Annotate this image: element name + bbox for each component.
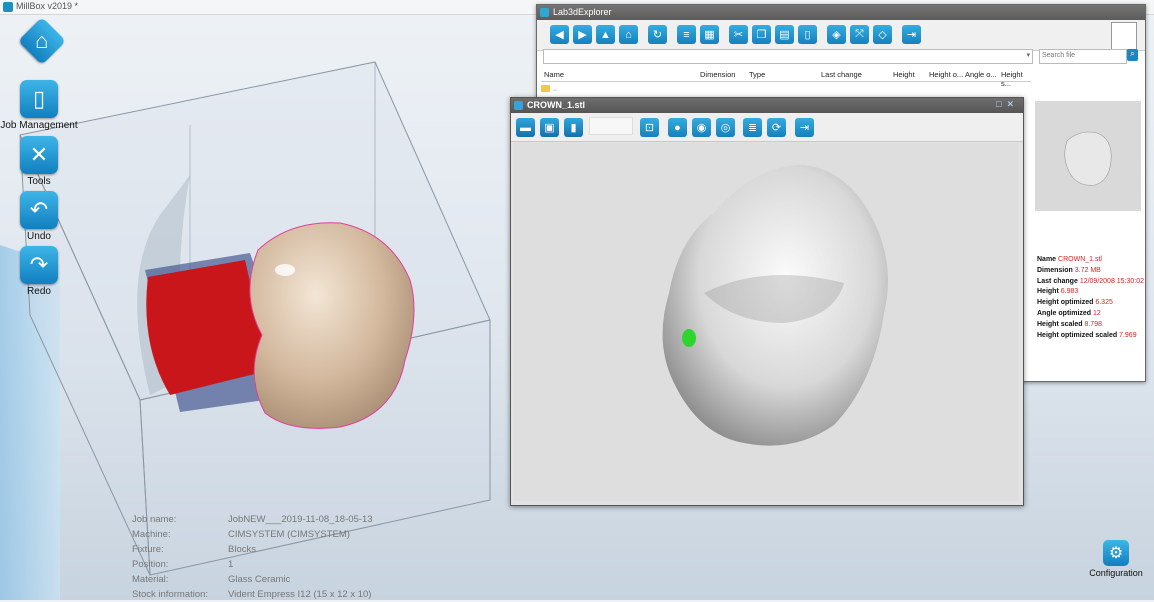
view-side-icon[interactable]: ▣ [540,118,559,137]
viewer-app-icon [514,101,523,110]
marker-remove-icon[interactable]: ◎ [716,118,735,137]
column-header[interactable]: Name [544,70,564,79]
marker-edit-icon[interactable]: ◉ [692,118,711,137]
explorer-title: Lab3dExplorer [553,7,612,17]
tools-icon[interactable]: ✕ [20,136,58,174]
rotate-icon[interactable]: ⟳ [767,118,786,137]
job-info-row: Fixture: Blocks [132,544,256,555]
crown-render [662,165,888,446]
gear-icon[interactable]: ⚙ [1103,540,1129,566]
undo-label: Undo [27,231,51,242]
crown-3d-canvas[interactable] [514,143,1018,501]
prop-last-change: Last change 12/09/2008 15:30:02 [1037,277,1145,285]
column-header[interactable]: Angle o... [965,70,997,79]
crown-viewer-window[interactable]: CROWN_1.stl □✕ ▬ ▣ ▮ ⊡ ● ◉ ◎ ≣ ⟳ ⇥ [510,97,1024,506]
column-header[interactable]: Height [893,70,915,79]
job-info-row: Position: 1 [132,559,234,570]
explorer-app-icon [540,8,549,17]
redo-label: Redo [27,286,51,297]
marker-add-icon[interactable]: ● [668,118,687,137]
column-header[interactable]: Last change [821,70,862,79]
job-management-icon[interactable]: ▯ [20,80,58,118]
paste-icon[interactable]: ▤ [775,25,794,44]
copy-icon[interactable]: ❐ [752,25,771,44]
millbox-app-icon [3,2,13,12]
home-icon[interactable]: ⌂ [619,25,638,44]
box-icon[interactable]: ◈ [827,25,846,44]
crown-thumbnail [1064,131,1112,186]
search-file-input[interactable]: Search file [1039,49,1127,64]
window-controls[interactable]: □✕ [996,99,1019,110]
job-info-row: Material: Glass Ceramic [132,574,291,585]
tools-label: Tools [27,176,51,187]
job-info-row: Machine: CIMSYSTEM (CIMSYSTEM) [132,529,350,540]
crown-title: CROWN_1.stl [527,100,586,110]
job-info-row: Job name: JobNEW___2019-11-08_18-05-13 [132,514,373,525]
prop-angle-optimized: Angle optimized 12 [1037,309,1101,317]
brand-logo [1111,22,1137,50]
crown-toolbar: ▬ ▣ ▮ ⊡ ● ◉ ◎ ≣ ⟳ ⇥ [511,113,1023,142]
crown-model [249,222,415,429]
tools-tool[interactable]: ✕ Tools [0,136,84,187]
prop-height: Height 6.983 [1037,288,1079,296]
green-marker [682,329,696,347]
transform-icon[interactable]: ⤧ [850,25,869,44]
view-front-icon[interactable]: ▬ [516,118,535,137]
forward-icon[interactable]: ▶ [573,25,592,44]
job-management-tool[interactable]: ▯ Job Management [0,80,84,131]
column-header[interactable]: Type [749,70,765,79]
delete-icon[interactable]: ▯ [798,25,817,44]
configuration-label: Configuration [1089,568,1143,578]
app-title: MillBox v2019 * [16,1,79,11]
folder-icon [541,85,550,92]
file-table-header: Name Dimension Type Last change Height H… [541,67,1031,88]
home-icon[interactable]: ⌂ [17,16,67,66]
grid-view-icon[interactable]: ▦ [700,25,719,44]
exit-icon[interactable]: ⇥ [902,25,921,44]
search-icon[interactable]: ⌕ [1127,49,1138,61]
refresh-icon[interactable]: ↻ [648,25,667,44]
chevron-down-icon[interactable]: ▾ [1026,51,1030,59]
undo-icon[interactable]: ↶ [20,191,58,229]
file-preview [1035,101,1141,211]
job-management-label: Job Management [0,120,78,131]
file-properties: Name CROWN_1.stl Dimension 3.72 MB Last … [1037,255,1144,341]
explorer-titlebar[interactable]: Lab3dExplorer [537,5,1145,20]
crown-titlebar[interactable]: CROWN_1.stl □✕ [511,98,1023,113]
prop-name: Name CROWN_1.stl [1037,256,1102,263]
prop-height-scaled: Height scaled 8.798 [1037,320,1102,328]
up-icon[interactable]: ▲ [596,25,615,44]
column-header[interactable]: Height o... [929,70,963,79]
undo-tool[interactable]: ↶ Undo [0,191,84,242]
back-icon[interactable]: ◀ [550,25,569,44]
column-header[interactable]: Height s... [1001,70,1031,88]
layers-icon[interactable]: ≣ [743,118,762,137]
job-info-panel: Job name: JobNEW___2019-11-08_18-05-13 Ma… [132,512,373,602]
home-tool[interactable]: ⌂ [0,16,87,66]
zoom-slider[interactable] [589,117,633,135]
prop-dimension: Dimension 3.72 MB [1037,266,1101,274]
fit-icon[interactable]: ⊡ [640,118,659,137]
configuration-tool[interactable]: ⚙ Configuration [1086,540,1146,578]
list-view-icon[interactable]: ≡ [677,25,696,44]
table-row[interactable]: .. [541,85,557,92]
cut-icon[interactable]: ✂ [729,25,748,44]
view-top-icon[interactable]: ▮ [564,118,583,137]
path-field[interactable]: ▾ [543,49,1033,64]
explorer-toolbar: ◀ ▶ ▲ ⌂ ↻ ≡ ▦ ✂ ❐ ▤ ▯ ◈ ⤧ ◇ ⇥ [537,20,1145,51]
column-header[interactable]: Dimension [700,70,735,79]
redo-icon[interactable]: ↷ [20,246,58,284]
prop-height-optimized: Height optimized 6.325 [1037,299,1113,307]
redo-tool[interactable]: ↷ Redo [0,246,84,297]
cube-icon[interactable]: ◇ [873,25,892,44]
prop-height-optimized-scaled: Height optimized scaled 7.969 [1037,331,1137,339]
exit-icon[interactable]: ⇥ [795,118,814,137]
